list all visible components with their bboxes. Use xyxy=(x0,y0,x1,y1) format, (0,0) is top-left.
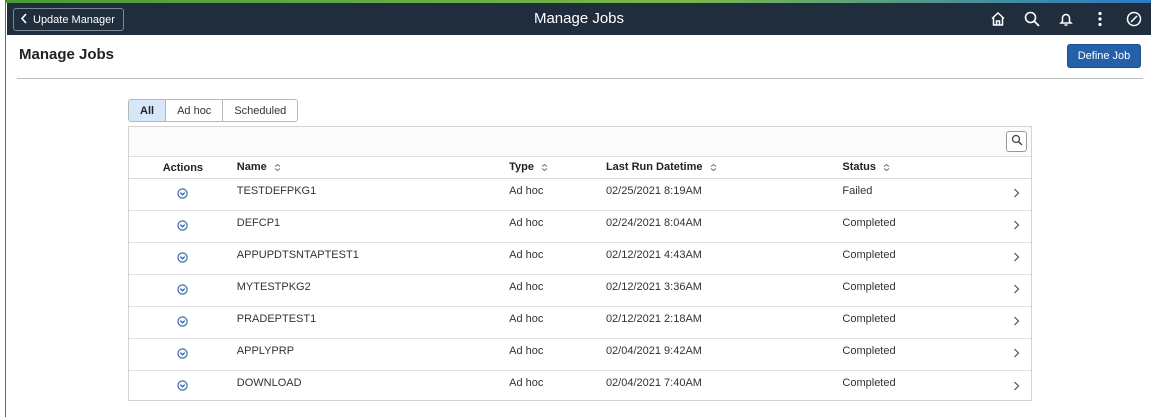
column-last-run[interactable]: Last Run Datetime xyxy=(606,161,842,173)
jobs-grid: Actions Name Type Last Run Datetime Stat… xyxy=(128,126,1032,401)
job-status: Completed xyxy=(842,344,896,357)
column-actions: Actions xyxy=(162,161,204,174)
search-icon[interactable] xyxy=(1023,10,1041,28)
filter-ad-hoc[interactable]: Ad hoc xyxy=(166,100,224,121)
chevron-right-icon xyxy=(1013,284,1020,297)
job-status: Completed xyxy=(842,248,896,261)
table-row[interactable]: TESTDEFPKG1 Ad hoc 02/25/2021 8:19AM Fai… xyxy=(129,179,1031,211)
job-status: Completed xyxy=(842,280,896,293)
home-icon[interactable] xyxy=(989,10,1007,28)
navbar-icon[interactable] xyxy=(1125,10,1143,28)
sort-icon xyxy=(710,162,717,174)
job-status: Completed xyxy=(842,312,896,325)
job-last-run: 02/12/2021 2:18AM xyxy=(605,312,702,325)
more-vertical-icon[interactable] xyxy=(1091,10,1109,28)
job-type: Ad hoc xyxy=(509,280,544,293)
row-actions-icon[interactable] xyxy=(177,315,189,330)
search-icon xyxy=(1011,133,1023,151)
chevron-right-icon xyxy=(1013,381,1020,394)
job-type: Ad hoc xyxy=(509,184,544,197)
table-row[interactable]: APPLYPRP Ad hoc 02/04/2021 9:42AM Comple… xyxy=(129,339,1031,371)
table-row[interactable]: PRADEPTEST1 Ad hoc 02/12/2021 2:18AM Com… xyxy=(129,307,1031,339)
column-type[interactable]: Type xyxy=(509,161,606,173)
grid-toolbar xyxy=(129,127,1031,157)
title-divider xyxy=(17,78,1143,79)
column-status[interactable]: Status xyxy=(842,161,1002,173)
job-name: PRADEPTEST1 xyxy=(236,312,317,325)
sort-icon xyxy=(883,162,890,174)
job-type: Ad hoc xyxy=(509,248,544,261)
job-name: DEFCP1 xyxy=(236,216,281,229)
job-status: Failed xyxy=(842,184,873,197)
page: Update Manager Manage Jobs Manage Jobs D… xyxy=(0,0,1151,417)
job-status: Completed xyxy=(842,216,896,229)
bell-icon[interactable] xyxy=(1057,10,1075,28)
table-row[interactable]: MYTESTPKG2 Ad hoc 02/12/2021 3:36AM Comp… xyxy=(129,275,1031,307)
page-title: Manage Jobs xyxy=(19,46,115,63)
header-actions xyxy=(989,3,1143,35)
job-type: Ad hoc xyxy=(509,216,544,229)
column-name[interactable]: Name xyxy=(237,161,509,173)
job-last-run: 02/24/2021 8:04AM xyxy=(605,216,702,229)
job-last-run: 02/12/2021 4:43AM xyxy=(605,248,702,261)
row-actions-icon[interactable] xyxy=(177,187,189,202)
row-actions-icon[interactable] xyxy=(177,219,189,234)
app-header: Update Manager Manage Jobs xyxy=(7,3,1151,35)
chevron-right-icon xyxy=(1013,188,1020,201)
chevron-right-icon xyxy=(1013,252,1020,265)
job-name: DOWNLOAD xyxy=(236,377,302,389)
table-row[interactable]: DEFCP1 Ad hoc 02/24/2021 8:04AM Complete… xyxy=(129,211,1031,243)
table-row[interactable]: DOWNLOAD Ad hoc 02/04/2021 7:40AM Comple… xyxy=(129,371,1031,403)
column-last-run-label: Last Run Datetime xyxy=(605,161,703,174)
job-last-run: 02/25/2021 8:19AM xyxy=(605,184,702,197)
column-type-label: Type xyxy=(509,161,535,174)
chevron-right-icon xyxy=(1013,220,1020,233)
job-name: MYTESTPKG2 xyxy=(236,280,311,293)
job-status: Completed xyxy=(842,377,896,389)
filter-scheduled[interactable]: Scheduled xyxy=(223,100,298,121)
job-type: Ad hoc xyxy=(509,377,544,389)
sort-icon xyxy=(541,162,548,174)
job-type: Ad hoc xyxy=(509,312,544,325)
define-job-button[interactable]: Define Job xyxy=(1067,44,1141,68)
filter-all[interactable]: All xyxy=(129,100,167,121)
grid-header: Actions Name Type Last Run Datetime Stat… xyxy=(129,157,1031,179)
row-actions-icon[interactable] xyxy=(177,251,189,266)
row-actions-icon[interactable] xyxy=(177,380,189,394)
job-name: APPUPDTSNTAPTEST1 xyxy=(236,248,359,261)
window-edge xyxy=(0,0,6,417)
job-name: TESTDEFPKG1 xyxy=(236,184,317,197)
chevron-left-icon xyxy=(20,12,28,27)
column-name-label: Name xyxy=(236,161,267,174)
chevron-right-icon xyxy=(1013,316,1020,329)
grid-body: TESTDEFPKG1 Ad hoc 02/25/2021 8:19AM Fai… xyxy=(129,179,1031,403)
column-status-label: Status xyxy=(842,161,877,174)
job-name: APPLYPRP xyxy=(236,344,295,357)
job-last-run: 02/12/2021 3:36AM xyxy=(605,280,702,293)
table-row[interactable]: APPUPDTSNTAPTEST1 Ad hoc 02/12/2021 4:43… xyxy=(129,243,1031,275)
job-last-run: 02/04/2021 9:42AM xyxy=(605,344,702,357)
job-type-filter: All Ad hoc Scheduled xyxy=(128,99,299,122)
sort-icon xyxy=(274,162,281,174)
row-actions-icon[interactable] xyxy=(177,347,189,362)
job-last-run: 02/04/2021 7:40AM xyxy=(605,377,702,389)
row-actions-icon[interactable] xyxy=(177,283,189,298)
header-title: Manage Jobs xyxy=(533,10,625,27)
back-button[interactable]: Update Manager xyxy=(13,8,124,31)
back-button-label: Update Manager xyxy=(33,13,115,26)
job-type: Ad hoc xyxy=(509,344,544,357)
grid-search-button[interactable] xyxy=(1006,131,1027,152)
chevron-right-icon xyxy=(1013,348,1020,361)
